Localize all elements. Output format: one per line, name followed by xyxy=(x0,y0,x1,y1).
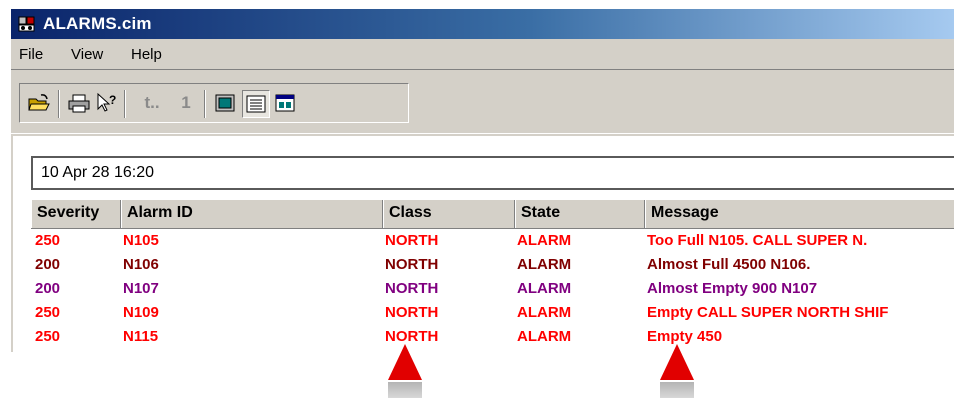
image-crop-edge xyxy=(0,352,954,398)
print-icon[interactable] xyxy=(66,90,92,116)
toolbar: ? t.. 1 xyxy=(11,71,954,134)
table-body: 250 N105 NORTH ALARM Too Full N105. CALL SUP… xyxy=(31,229,954,371)
class-cell: NORTH xyxy=(385,304,439,321)
client-area: 10 Apr 28 16:20 Severity Alarm ID Class … xyxy=(13,136,954,371)
menu-file[interactable]: File xyxy=(19,46,43,63)
window-title: ALARMS.cim xyxy=(43,14,152,33)
column-header-severity[interactable]: Severity xyxy=(31,200,121,228)
toolbar-separator xyxy=(204,90,206,118)
app-icon xyxy=(17,14,37,34)
svg-text:?: ? xyxy=(109,93,116,107)
view-list-icon[interactable] xyxy=(242,90,270,118)
alarm-table: Severity Alarm ID Class State Message 25… xyxy=(31,200,954,371)
annotation-arrow-stem xyxy=(660,382,694,398)
app-window: ALARMS.cim File View Help ? t.. 1 10 Apr… xyxy=(10,8,954,371)
menu-help[interactable]: Help xyxy=(131,46,162,63)
column-header-state[interactable]: State xyxy=(515,200,645,228)
alarm-id-cell: N115 xyxy=(123,328,159,345)
menu-bar: File View Help xyxy=(11,41,954,70)
state-cell: ALARM xyxy=(517,280,572,297)
toolbar-separator xyxy=(58,90,60,118)
message-cell: Empty CALL SUPER NORTH SHIF xyxy=(647,304,889,321)
state-cell: ALARM xyxy=(517,232,572,249)
table-row[interactable]: 250 N109 NORTH ALARM Empty CALL SUPER NORTH … xyxy=(31,301,954,325)
open-icon[interactable] xyxy=(26,90,52,116)
message-cell: Almost Empty 900 N107 xyxy=(647,280,818,297)
title-bar[interactable]: ALARMS.cim xyxy=(11,9,954,39)
state-cell: ALARM xyxy=(517,304,572,321)
state-cell: ALARM xyxy=(517,256,572,273)
annotation-arrow-message xyxy=(660,344,694,380)
class-cell: NORTH xyxy=(385,232,439,249)
class-cell: NORTH xyxy=(385,280,439,297)
message-cell: Empty 450 xyxy=(647,328,723,345)
time-value: 10 Apr 28 16:20 xyxy=(41,164,154,181)
page-number: 1 xyxy=(181,93,191,112)
state-cell: ALARM xyxy=(517,328,572,345)
severity-cell: 250 xyxy=(35,328,61,345)
view-display-icon[interactable] xyxy=(212,90,238,116)
alarm-id-cell: N106 xyxy=(123,256,159,273)
alarm-id-cell: N105 xyxy=(123,232,159,249)
severity-cell: 200 xyxy=(35,280,61,297)
alarm-id-cell: N109 xyxy=(123,304,159,321)
table-row[interactable]: 200 N107 NORTH ALARM Almost Empty 900 N107 xyxy=(31,277,954,301)
class-cell: NORTH xyxy=(385,256,439,273)
severity-cell: 250 xyxy=(35,232,61,249)
severity-cell: 250 xyxy=(35,304,61,321)
severity-cell: 200 xyxy=(35,256,61,273)
table-row[interactable]: 250 N105 NORTH ALARM Too Full N105. CALL SUP… xyxy=(31,229,954,253)
time-field[interactable]: 10 Apr 28 16:20 xyxy=(31,156,954,190)
view-props-icon[interactable] xyxy=(272,90,298,116)
message-cell: Too Full N105. CALL SUPER N. xyxy=(647,232,868,249)
up-icon[interactable]: t.. xyxy=(132,90,172,116)
toolbar-group: ? t.. 1 xyxy=(19,83,409,123)
annotation-arrow-class xyxy=(388,344,422,380)
table-header: Severity Alarm ID Class State Message xyxy=(31,200,954,229)
annotation-arrow-stem xyxy=(388,382,422,398)
message-cell: Almost Full 4500 N106. xyxy=(647,256,811,273)
column-header-class[interactable]: Class xyxy=(383,200,515,228)
alarm-id-cell: N107 xyxy=(123,280,159,297)
menu-view[interactable]: View xyxy=(71,46,103,63)
column-header-alarm-id[interactable]: Alarm ID xyxy=(121,200,383,228)
toolbar-separator xyxy=(124,90,126,118)
table-row[interactable]: 250 N115 NORTH ALARM Empty 450 xyxy=(31,325,954,349)
help-cursor-icon[interactable]: ? xyxy=(94,90,120,116)
class-cell: NORTH xyxy=(385,328,439,345)
column-header-message[interactable]: Message xyxy=(645,200,954,228)
table-row[interactable]: 200 N106 NORTH ALARM Almost Full 4500 N106. xyxy=(31,253,954,277)
